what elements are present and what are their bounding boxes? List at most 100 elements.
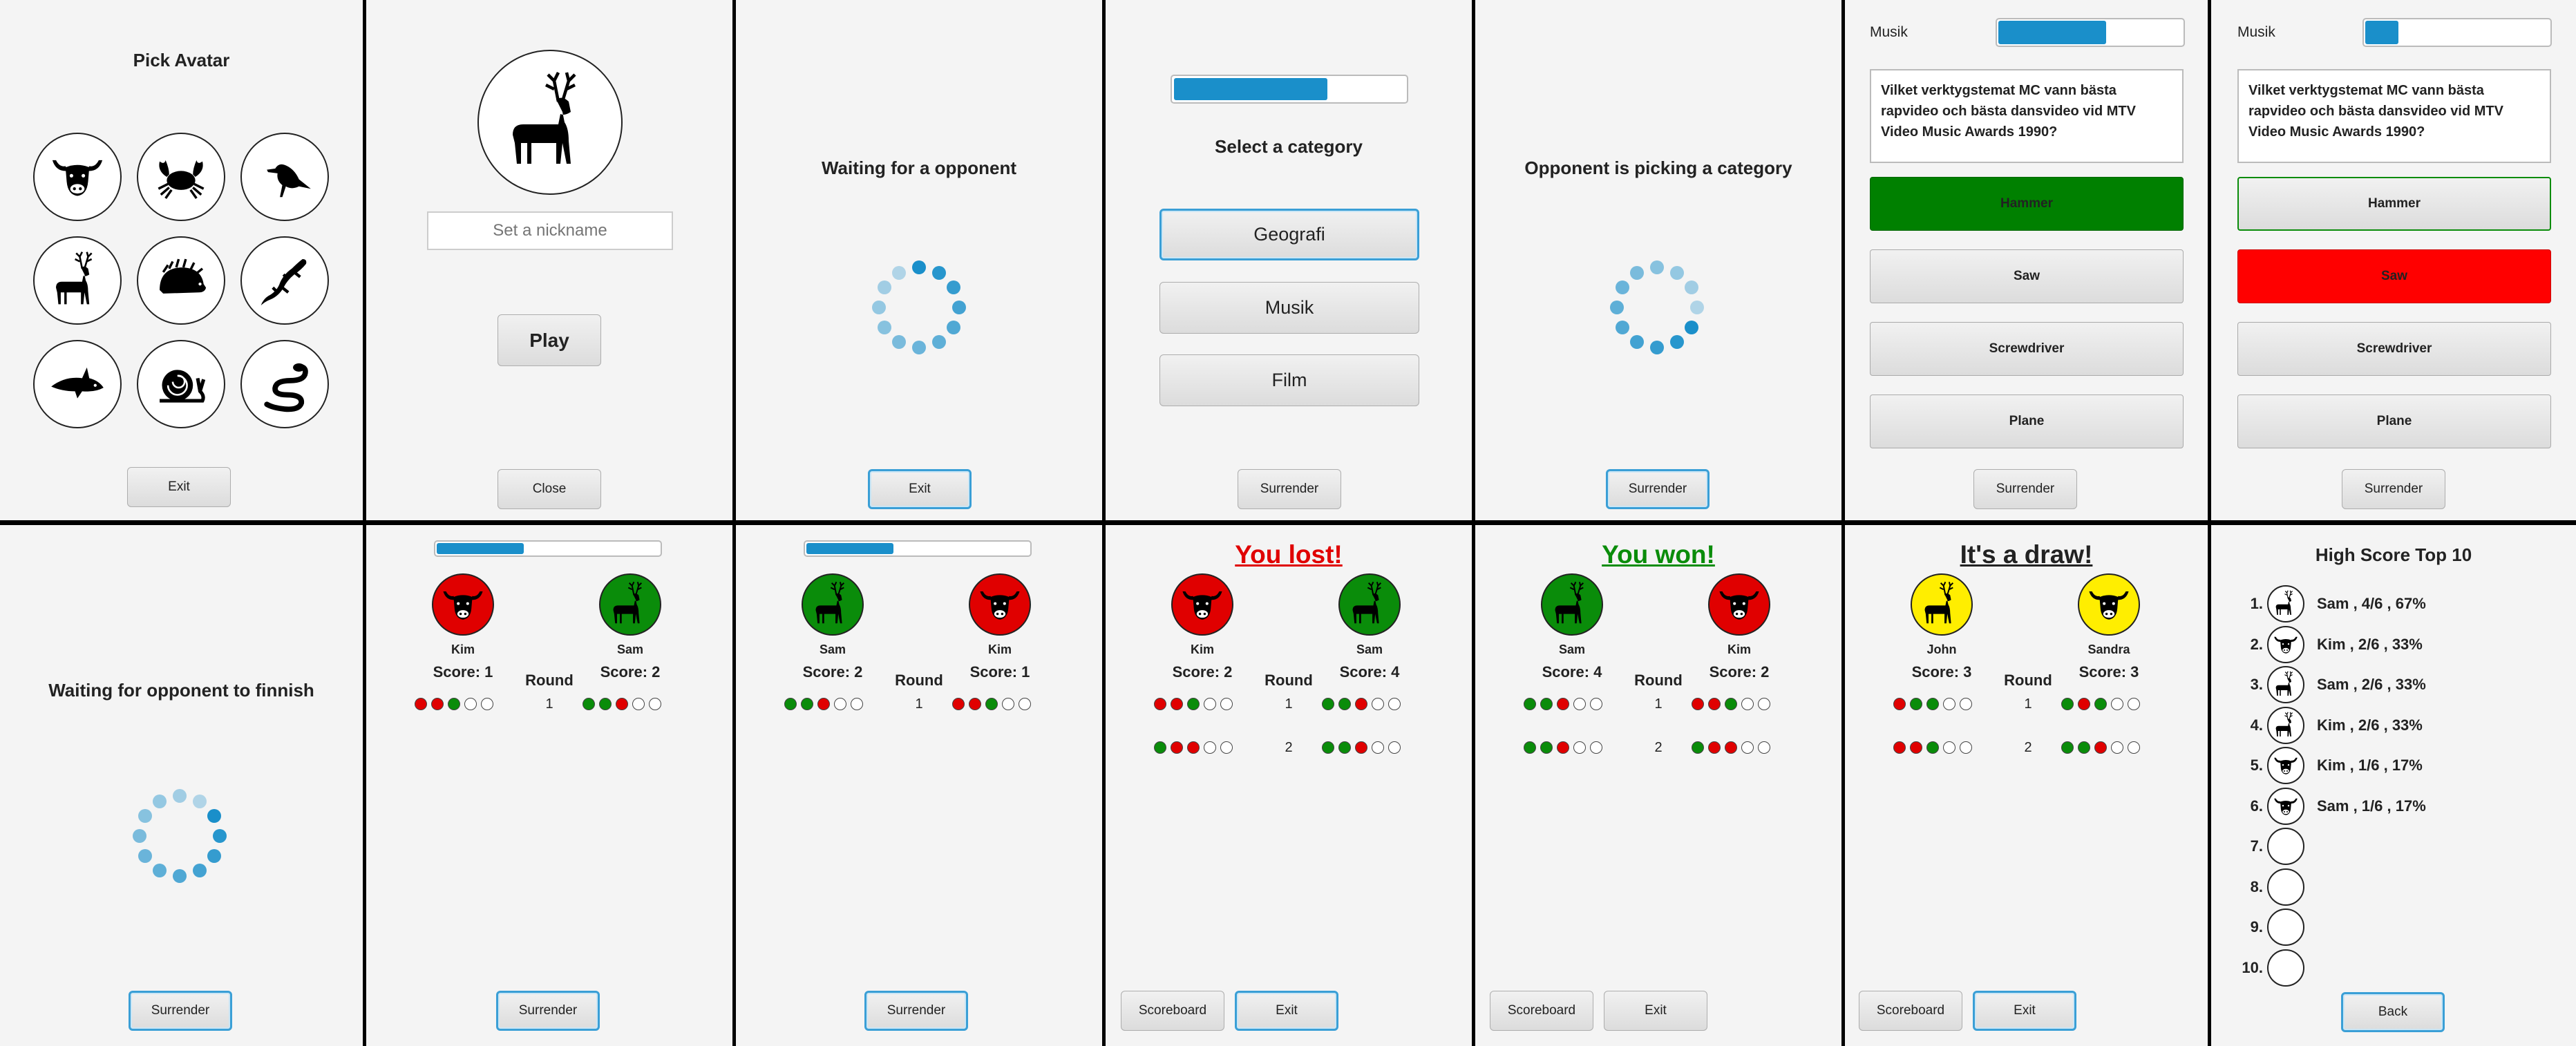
surrender-button[interactable]: Surrender <box>1238 469 1341 509</box>
answer-dot <box>2078 698 2090 710</box>
spinner-dot <box>173 869 187 883</box>
round-status-screen-1: Kim Score: 1 Sam Score: 2 Round 1 Surrender <box>366 525 732 1046</box>
answer-dot <box>1557 741 1569 754</box>
back-button[interactable]: Back <box>2341 992 2445 1032</box>
answer-dot <box>2128 698 2140 710</box>
rank-number: 6. <box>2250 797 2263 815</box>
raven-icon <box>255 147 314 207</box>
round-number: 1 <box>545 696 553 712</box>
player2-answers <box>1322 741 1405 754</box>
spinner-dot <box>1630 265 1644 280</box>
highscore-row: 7. <box>2232 827 2317 866</box>
answer-dot <box>2094 741 2107 754</box>
answer-dot <box>1388 741 1401 754</box>
lost-screen: You lost! Kim Score: 2 Sam Score: 4 Round 1 2 S… <box>1106 525 1472 1046</box>
answer-saw-button[interactable]: Saw <box>1870 249 2184 303</box>
player2-answers <box>2061 741 2144 754</box>
spinner-dot <box>912 341 926 354</box>
surrender-button[interactable]: Surrender <box>2342 469 2445 509</box>
answer-dot <box>1322 741 1334 754</box>
timer-progress-bar <box>804 540 1032 557</box>
bull-icon[interactable] <box>33 133 122 221</box>
answer-dot <box>1910 741 1922 754</box>
spinner-dot <box>952 301 966 314</box>
nickname-input[interactable] <box>427 211 673 250</box>
waiting-finish-screen: Waiting for opponent to finnish Surrende… <box>0 525 363 1046</box>
player-name: Sandra <box>2087 643 2130 656</box>
round-number: 1 <box>2024 696 2032 712</box>
answer-dot <box>784 698 797 710</box>
snail-icon[interactable] <box>137 340 225 428</box>
answer-dot <box>632 698 645 710</box>
answer-plane-button[interactable]: Plane <box>2237 394 2551 448</box>
surrender-button[interactable]: Surrender <box>496 991 600 1031</box>
nickname-screen: Play Close <box>366 0 732 520</box>
close-button[interactable]: Close <box>498 469 601 509</box>
answer-dot <box>1960 741 1972 754</box>
answer-dot <box>1758 698 1770 710</box>
answer-hammer-button[interactable]: Hammer <box>2237 177 2551 231</box>
score-entry: Sam , 1/6 , 17% <box>2317 797 2426 815</box>
round-number: 2 <box>1654 740 1663 755</box>
round-label: Round <box>1265 672 1313 689</box>
scoreboard-button[interactable]: Scoreboard <box>1121 991 1224 1031</box>
snake-icon[interactable] <box>240 340 329 428</box>
answer-dot <box>1692 698 1704 710</box>
spinner-dot <box>173 789 187 803</box>
spinner-dot <box>892 265 906 280</box>
crab-icon[interactable] <box>137 133 225 221</box>
answer-saw-button[interactable]: Saw <box>2237 249 2551 303</box>
answer-plane-button[interactable]: Plane <box>1870 394 2184 448</box>
exit-button[interactable]: Exit <box>868 469 972 509</box>
player-score: Score: 2 <box>1709 663 1770 681</box>
progress-fill <box>437 543 524 554</box>
exit-button[interactable]: Exit <box>1235 991 1338 1031</box>
player1-answers <box>1524 741 1607 754</box>
answer-dot <box>599 698 612 710</box>
answer-dot <box>1910 698 1922 710</box>
exit-button[interactable]: Exit <box>1973 991 2076 1031</box>
category-geografi-button[interactable]: Geografi <box>1159 209 1419 260</box>
lizard-icon[interactable] <box>240 236 329 325</box>
answer-dot <box>616 698 628 710</box>
category-musik-button[interactable]: Musik <box>1159 282 1419 334</box>
answer-dot <box>448 698 460 710</box>
scoreboard-button[interactable]: Scoreboard <box>1490 991 1593 1031</box>
spinner-dot <box>872 301 886 314</box>
bull-icon <box>2267 787 2304 825</box>
play-button[interactable]: Play <box>498 314 601 366</box>
surrender-button[interactable]: Surrender <box>129 991 232 1031</box>
hedgehog-icon[interactable] <box>137 236 225 325</box>
shark-icon[interactable] <box>33 340 122 428</box>
exit-button[interactable]: Exit <box>1604 991 1707 1031</box>
answer-dot <box>834 698 846 710</box>
exit-button[interactable]: Exit <box>127 467 231 507</box>
answer-dot <box>1692 741 1704 754</box>
answer-dot <box>1322 698 1334 710</box>
answer-screwdriver-button[interactable]: Screwdriver <box>2237 322 2551 376</box>
category-film-button[interactable]: Film <box>1159 354 1419 406</box>
player-score: Score: 3 <box>2078 663 2139 681</box>
answer-dot <box>1708 698 1721 710</box>
player1-answers <box>1154 741 1237 754</box>
spinner-dot <box>1615 321 1629 334</box>
scoreboard-button[interactable]: Scoreboard <box>1859 991 1962 1031</box>
answer-hammer-button[interactable]: Hammer <box>1870 177 2184 231</box>
surrender-button[interactable]: Surrender <box>1606 469 1710 509</box>
player-score: Score: 1 <box>969 663 1030 681</box>
raven-icon[interactable] <box>240 133 329 221</box>
player1-answers <box>1893 698 1976 710</box>
answer-dot <box>1187 741 1200 754</box>
page-title: High Score Top 10 <box>2315 544 2472 565</box>
progress-fill <box>1998 21 2106 44</box>
spinner-dot <box>153 794 167 808</box>
answer-screwdriver-button[interactable]: Screwdriver <box>1870 322 2184 376</box>
deer-icon[interactable] <box>33 236 122 325</box>
player-name: Kim <box>451 643 475 656</box>
page-title: Opponent is picking a category <box>1524 158 1792 178</box>
score-entry: Sam , 2/6 , 33% <box>2317 676 2426 693</box>
surrender-button[interactable]: Surrender <box>864 991 968 1031</box>
surrender-button[interactable]: Surrender <box>1973 469 2077 509</box>
spinner-dot <box>138 849 152 863</box>
answer-dot <box>969 698 981 710</box>
